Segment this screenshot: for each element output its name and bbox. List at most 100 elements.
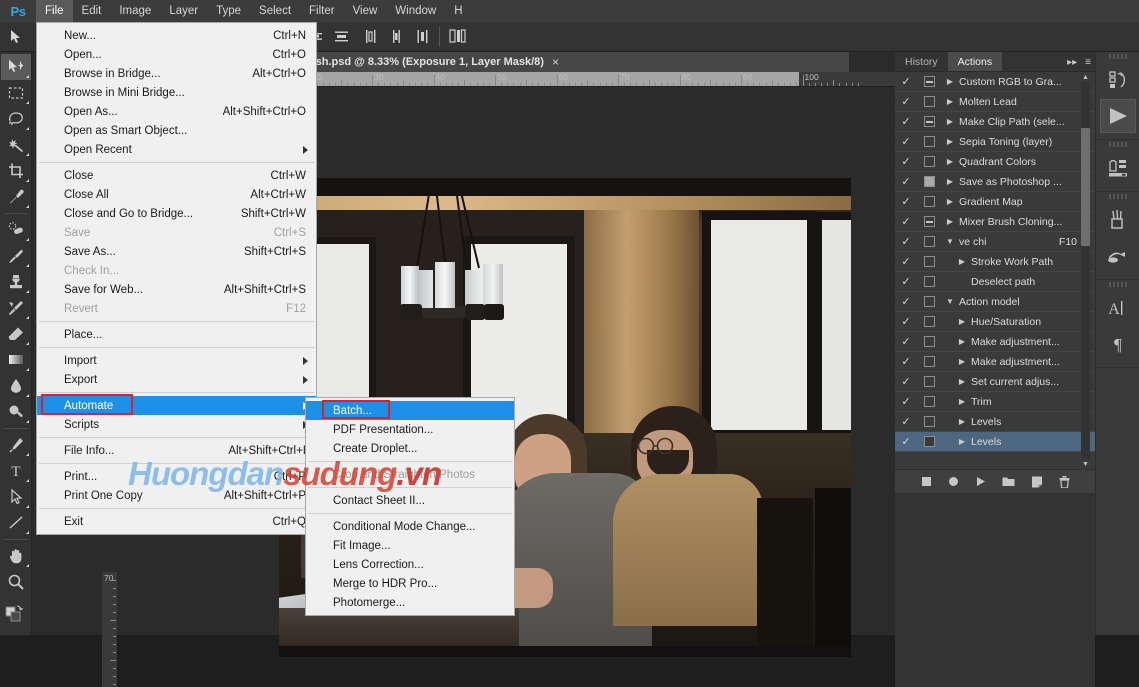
dodge-tool-icon[interactable] bbox=[1, 399, 31, 425]
chevron-right-icon[interactable]: ▶ bbox=[953, 257, 971, 266]
scrollbar-thumb[interactable] bbox=[1081, 128, 1090, 246]
menu-layer[interactable]: Layer bbox=[160, 0, 207, 22]
actions-list[interactable]: ✓▶Custom RGB to Gra...✓▶Molten Lead✓▶Mak… bbox=[895, 72, 1095, 469]
action-row[interactable]: ✓▶Sepia Toning (layer) bbox=[895, 132, 1095, 152]
distribute-horizontal-centers-icon[interactable] bbox=[388, 28, 405, 45]
delete-button[interactable] bbox=[1059, 476, 1070, 488]
menu-item-exit[interactable]: ExitCtrl+Q bbox=[37, 512, 316, 531]
action-dialog-toggle-box[interactable] bbox=[917, 176, 941, 187]
zoom-tool-icon[interactable] bbox=[1, 569, 31, 595]
chevron-right-icon[interactable]: ▶ bbox=[941, 117, 959, 126]
action-row[interactable]: ✓▶Levels bbox=[895, 432, 1095, 452]
action-dialog-toggle-box[interactable] bbox=[917, 156, 941, 167]
action-toggle-checkmark-icon[interactable]: ✓ bbox=[895, 395, 917, 408]
move-tool-icon[interactable] bbox=[4, 24, 30, 50]
action-dialog-toggle-box[interactable] bbox=[917, 236, 941, 247]
chevron-down-icon[interactable]: ▼ bbox=[941, 237, 959, 246]
brush-presets-panel-icon[interactable] bbox=[1100, 203, 1136, 237]
action-dialog-toggle-box[interactable] bbox=[917, 416, 941, 427]
tab-actions[interactable]: Actions bbox=[948, 52, 1002, 71]
create-new-action-button[interactable] bbox=[1031, 476, 1043, 488]
action-toggle-checkmark-icon[interactable]: ✓ bbox=[895, 115, 917, 128]
action-toggle-checkmark-icon[interactable]: ✓ bbox=[895, 95, 917, 108]
action-toggle-checkmark-icon[interactable]: ✓ bbox=[895, 215, 917, 228]
action-row[interactable]: ✓▶Gradient Map bbox=[895, 192, 1095, 212]
blur-tool-icon[interactable] bbox=[1, 373, 31, 399]
rail-drag-handle[interactable] bbox=[1096, 52, 1139, 61]
rail-drag-handle[interactable] bbox=[1096, 140, 1139, 149]
hand-tool-icon[interactable] bbox=[1, 543, 31, 569]
menu-item-open-as[interactable]: Open As...Alt+Shift+Ctrl+O bbox=[37, 102, 316, 121]
action-dialog-toggle-box[interactable] bbox=[917, 316, 941, 327]
rectangular-marquee-tool-icon[interactable] bbox=[1, 80, 31, 106]
action-dialog-toggle-box[interactable] bbox=[917, 196, 941, 207]
menu-item-save-for-web[interactable]: Save for Web...Alt+Shift+Ctrl+S bbox=[37, 280, 316, 299]
eyedropper-tool-icon[interactable] bbox=[1, 184, 31, 210]
stop-playing-recording-button[interactable] bbox=[921, 476, 932, 487]
chevron-right-icon[interactable]: ▶ bbox=[953, 397, 971, 406]
menu-item-print[interactable]: Print...Ctrl+P bbox=[37, 467, 316, 486]
menu-item-import[interactable]: Import bbox=[37, 351, 316, 370]
menu-item-open[interactable]: Open...Ctrl+O bbox=[37, 45, 316, 64]
document-tab[interactable]: 4126-unsplash.psd @ 8.33% (Exposure 1, L… bbox=[246, 52, 850, 72]
action-row[interactable]: ✓▶Hue/Saturation bbox=[895, 312, 1095, 332]
action-row[interactable]: ✓▶Stroke Work Path bbox=[895, 252, 1095, 272]
actions-scrollbar[interactable]: ▲ ▼ bbox=[1081, 72, 1090, 469]
menu-select[interactable]: Select bbox=[250, 0, 300, 22]
action-toggle-checkmark-icon[interactable]: ✓ bbox=[895, 255, 917, 268]
submenu-item-conditional-mode-change[interactable]: Conditional Mode Change... bbox=[306, 517, 514, 536]
tab-history[interactable]: History bbox=[895, 52, 948, 71]
menu-item-new[interactable]: New...Ctrl+N bbox=[37, 26, 316, 45]
action-dialog-toggle-box[interactable] bbox=[917, 96, 941, 107]
actions-panel-icon[interactable] bbox=[1100, 99, 1136, 133]
action-toggle-checkmark-icon[interactable]: ✓ bbox=[895, 155, 917, 168]
action-toggle-checkmark-icon[interactable]: ✓ bbox=[895, 195, 917, 208]
chevron-right-icon[interactable]: ▶ bbox=[953, 437, 971, 446]
action-dialog-toggle-box[interactable] bbox=[917, 116, 941, 127]
chevron-right-icon[interactable]: ▶ bbox=[953, 377, 971, 386]
menu-item-automate[interactable]: Automate bbox=[37, 396, 316, 415]
paragraph-panel-icon[interactable]: ¶ bbox=[1100, 327, 1136, 361]
submenu-item-merge-to-hdr-pro[interactable]: Merge to HDR Pro... bbox=[306, 574, 514, 593]
action-row[interactable]: ✓▼ve chiF10 bbox=[895, 232, 1095, 252]
menu-item-save-as[interactable]: Save As...Shift+Ctrl+S bbox=[37, 242, 316, 261]
rail-drag-handle[interactable] bbox=[1096, 280, 1139, 289]
menu-view[interactable]: View bbox=[344, 0, 387, 22]
action-toggle-checkmark-icon[interactable]: ✓ bbox=[895, 355, 917, 368]
menu-image[interactable]: Image bbox=[110, 0, 160, 22]
menu-edit[interactable]: Edit bbox=[73, 0, 111, 22]
menu-item-open-recent[interactable]: Open Recent bbox=[37, 140, 316, 159]
line-shape-tool-icon[interactable] bbox=[1, 510, 31, 536]
chevron-right-icon[interactable]: ▶ bbox=[953, 417, 971, 426]
action-row[interactable]: ✓Deselect path bbox=[895, 272, 1095, 292]
action-toggle-checkmark-icon[interactable]: ✓ bbox=[895, 415, 917, 428]
brush-tool-icon[interactable] bbox=[1, 243, 31, 269]
menu-item-close-all[interactable]: Close AllAlt+Ctrl+W bbox=[37, 185, 316, 204]
close-icon[interactable]: × bbox=[552, 55, 559, 69]
menu-window[interactable]: Window bbox=[386, 0, 445, 22]
action-row[interactable]: ✓▶Custom RGB to Gra... bbox=[895, 72, 1095, 92]
path-selection-tool-icon[interactable] bbox=[1, 484, 31, 510]
action-row[interactable]: ✓▶Make adjustment... bbox=[895, 352, 1095, 372]
action-dialog-toggle-box[interactable] bbox=[917, 276, 941, 287]
action-dialog-toggle-box[interactable] bbox=[917, 136, 941, 147]
eraser-tool-icon[interactable] bbox=[1, 321, 31, 347]
chevron-right-icon[interactable]: ▶ bbox=[941, 217, 959, 226]
action-toggle-checkmark-icon[interactable]: ✓ bbox=[895, 135, 917, 148]
move-tool-icon[interactable] bbox=[1, 54, 31, 80]
menu-item-scripts[interactable]: Scripts bbox=[37, 415, 316, 434]
action-row[interactable]: ✓▶Trim bbox=[895, 392, 1095, 412]
action-row[interactable]: ✓▶Make adjustment... bbox=[895, 332, 1095, 352]
menu-item-print-one-copy[interactable]: Print One CopyAlt+Shift+Ctrl+P bbox=[37, 486, 316, 505]
begin-recording-button[interactable] bbox=[948, 476, 959, 487]
action-row[interactable]: ✓▶Make Clip Path (sele... bbox=[895, 112, 1095, 132]
menu-item-file-info[interactable]: File Info...Alt+Shift+Ctrl+I bbox=[37, 441, 316, 460]
chevron-right-icon[interactable]: ▶ bbox=[953, 337, 971, 346]
chevron-right-icon[interactable]: ▶ bbox=[941, 157, 959, 166]
submenu-item-lens-correction[interactable]: Lens Correction... bbox=[306, 555, 514, 574]
submenu-item-photomerge[interactable]: Photomerge... bbox=[306, 593, 514, 612]
clone-stamp-tool-icon[interactable] bbox=[1, 269, 31, 295]
menu-filter[interactable]: Filter bbox=[300, 0, 344, 22]
submenu-item-create-droplet[interactable]: Create Droplet... bbox=[306, 439, 514, 458]
character-panel-icon[interactable]: A bbox=[1100, 291, 1136, 325]
